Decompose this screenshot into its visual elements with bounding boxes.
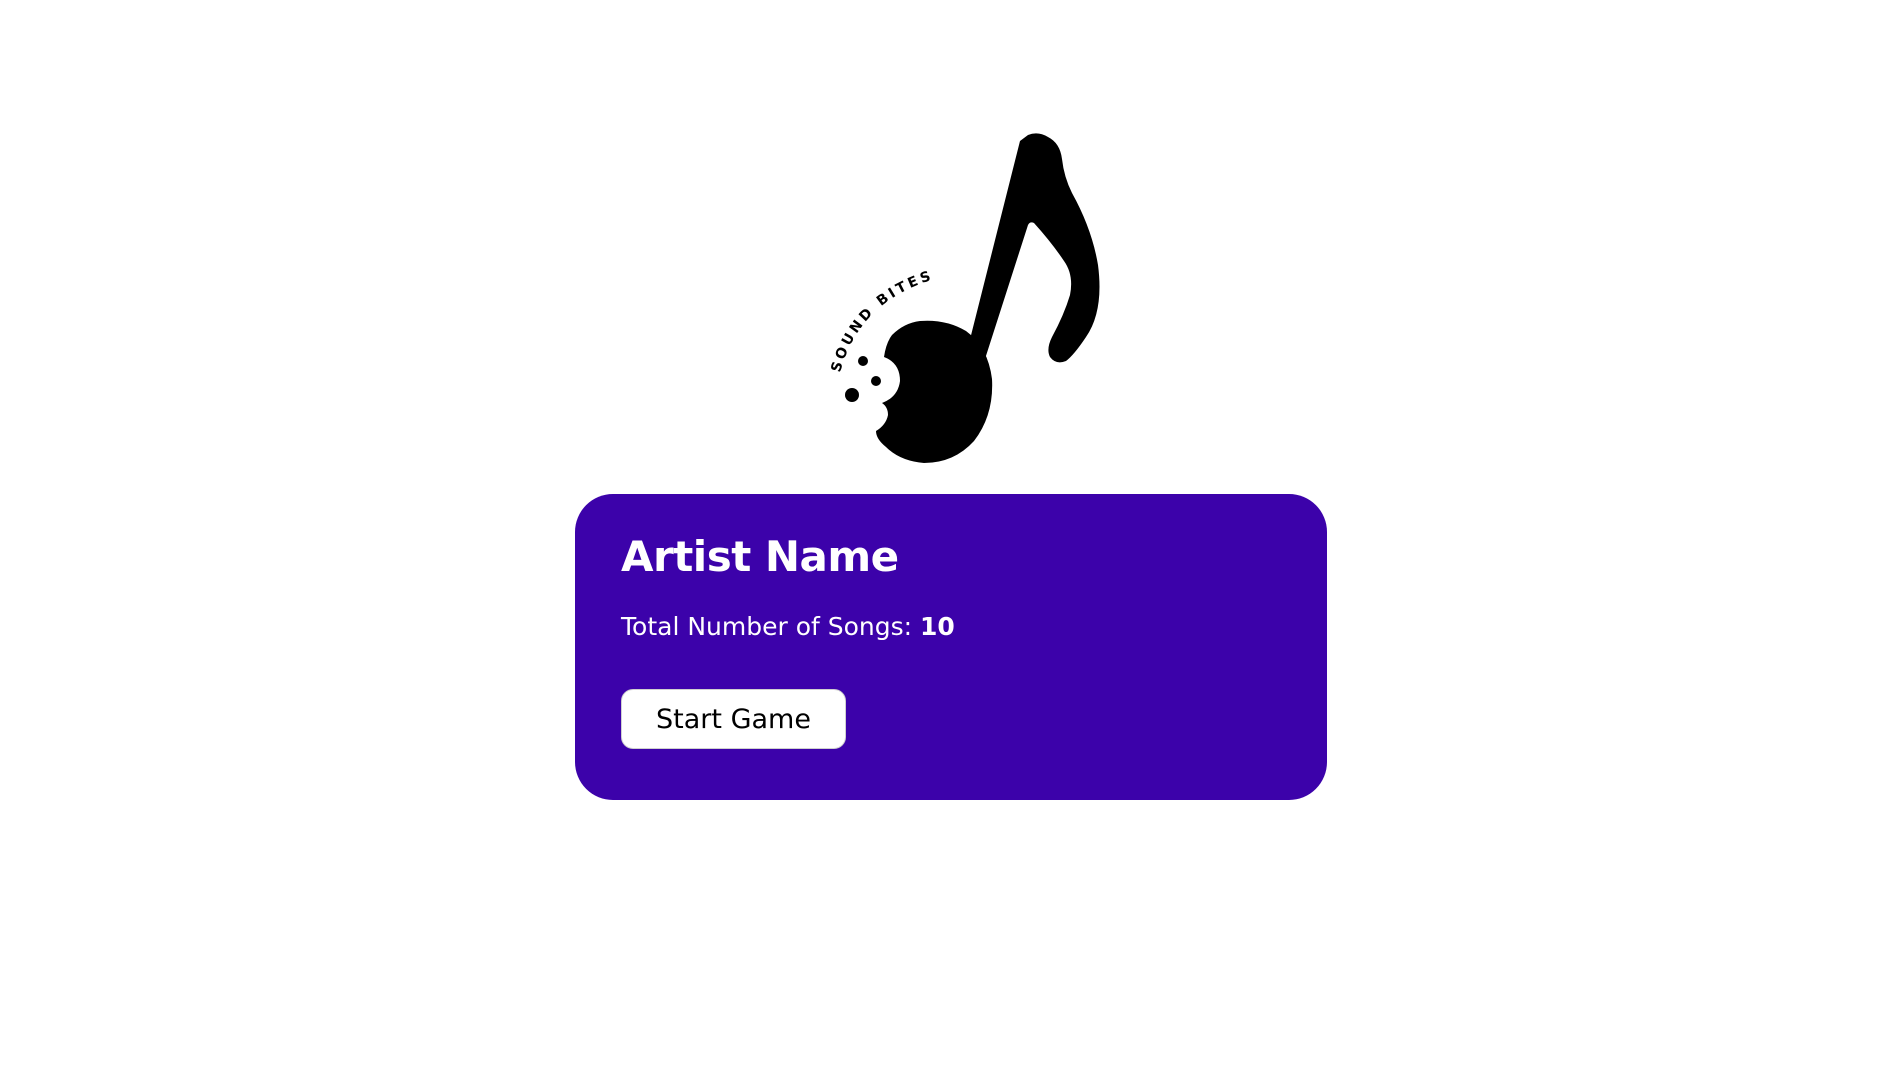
song-count: Total Number of Songs: 10 <box>621 611 1281 644</box>
artist-card: Artist Name Total Number of Songs: 10 St… <box>575 494 1327 800</box>
music-note-icon: SOUND BITES <box>828 133 1100 463</box>
start-game-button[interactable]: Start Game <box>621 689 846 750</box>
song-count-value: 10 <box>920 611 955 641</box>
page: SOUND BITES Artist Name Total Number of … <box>0 0 1893 1080</box>
artist-name: Artist Name <box>621 532 899 581</box>
sound-bites-logo: SOUND BITES <box>800 125 1100 465</box>
song-count-label: Total Number of Songs: <box>621 611 913 641</box>
